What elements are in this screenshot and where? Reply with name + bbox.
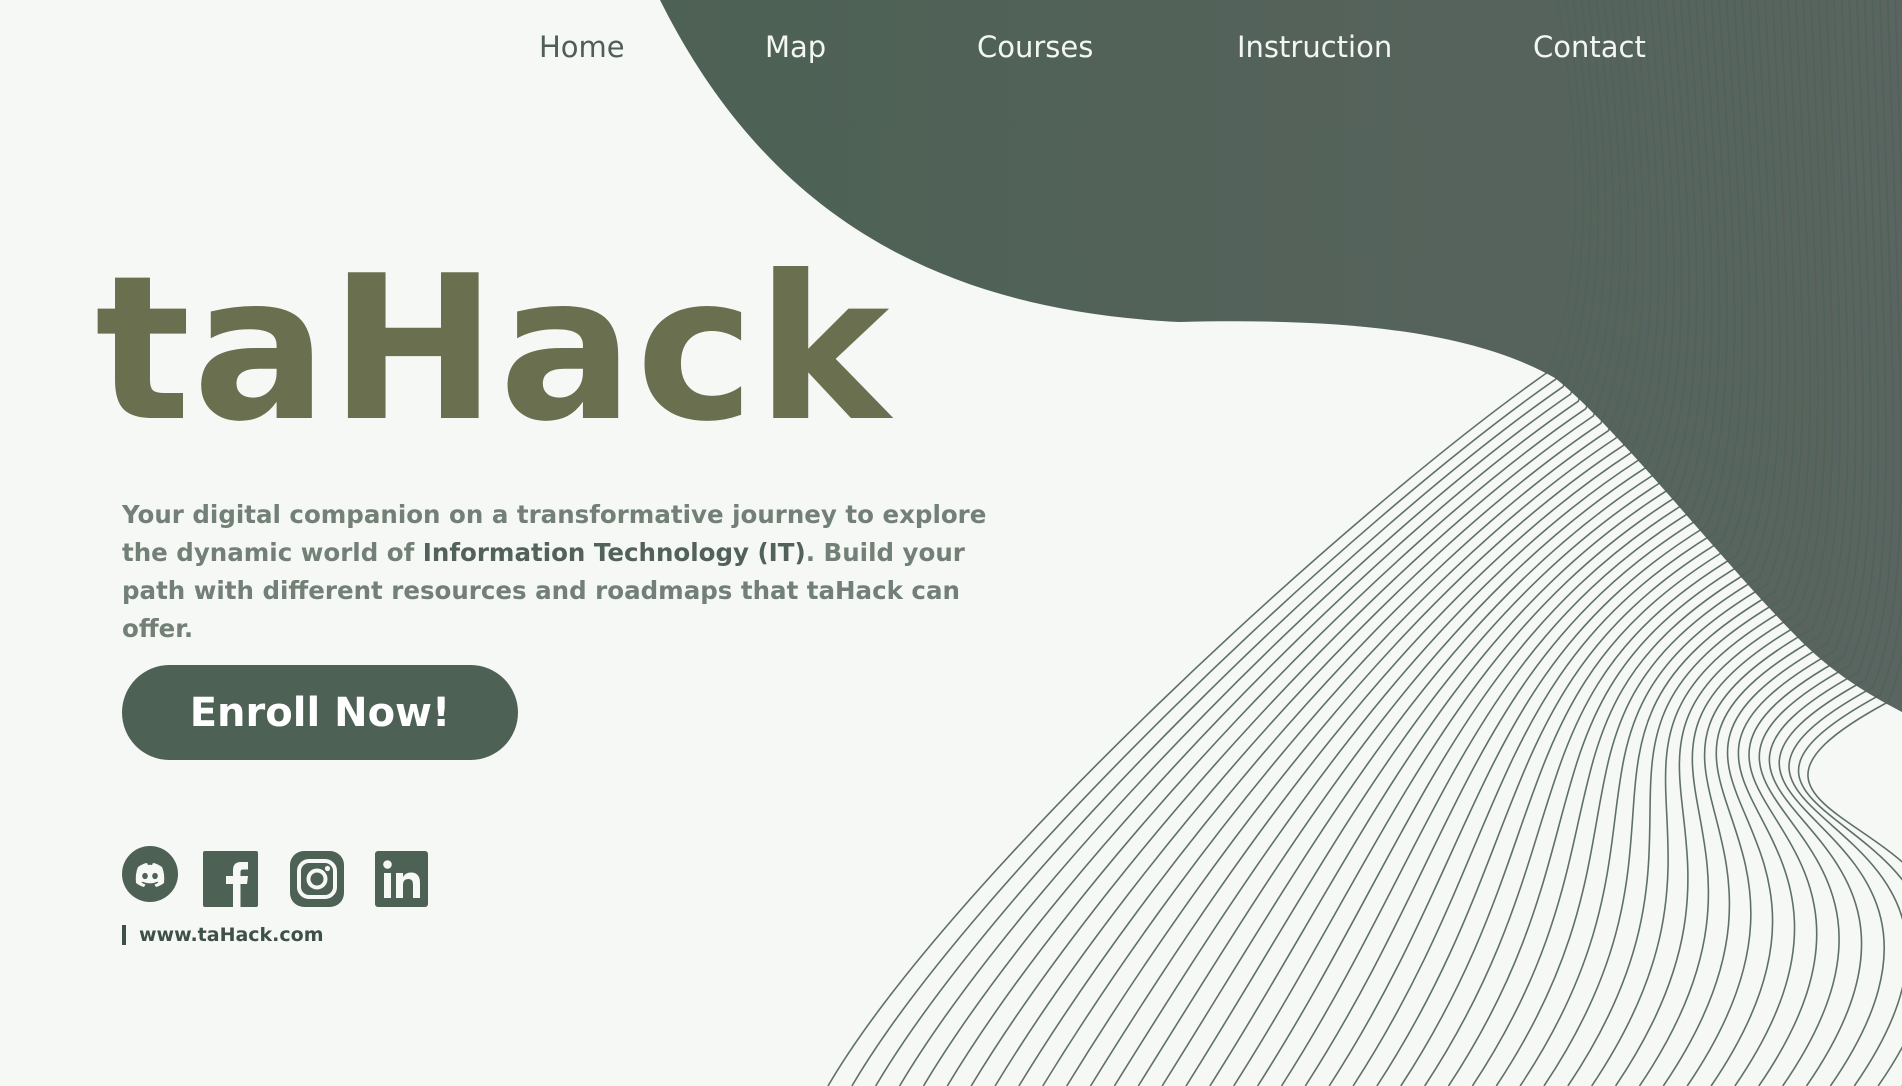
divider-bar	[122, 925, 126, 945]
discord-link[interactable]	[122, 846, 178, 902]
website-url: www.taHack.com	[122, 924, 324, 946]
linkedin-icon	[375, 851, 428, 907]
tagline-emphasis: Information Technology (IT)	[422, 538, 806, 567]
facebook-icon	[203, 851, 258, 907]
website-link[interactable]: www.taHack.com	[139, 924, 324, 946]
linkedin-link[interactable]	[375, 851, 428, 907]
nav-contact[interactable]: Contact	[1533, 30, 1646, 64]
nav-instruction[interactable]: Instruction	[1237, 30, 1392, 64]
instagram-link[interactable]	[290, 851, 344, 907]
enroll-now-button[interactable]: Enroll Now!	[122, 665, 518, 760]
nav-courses[interactable]: Courses	[977, 30, 1093, 64]
instagram-icon	[290, 851, 344, 907]
nav-home[interactable]: Home	[539, 30, 625, 64]
discord-icon	[122, 846, 178, 902]
nav-map[interactable]: Map	[765, 30, 826, 64]
brand-logo: taHack	[95, 233, 892, 466]
facebook-link[interactable]	[203, 851, 258, 907]
hero-tagline: Your digital companion on a transformati…	[122, 496, 1002, 648]
